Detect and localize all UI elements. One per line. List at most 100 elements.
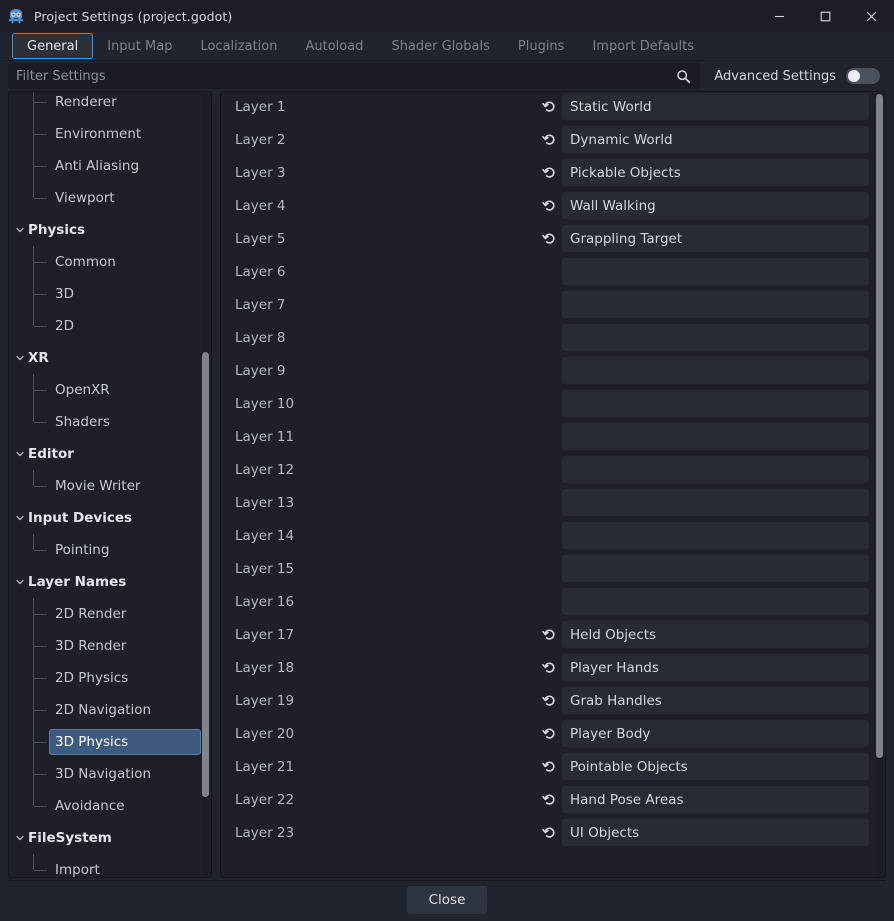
- sidebar-item-label: OpenXR: [55, 382, 110, 398]
- tree-guide-horizontal: [34, 262, 47, 263]
- tab-general[interactable]: General: [12, 33, 94, 59]
- tab-localization[interactable]: Localization: [186, 32, 291, 61]
- layer-name-input[interactable]: Grab Handles: [562, 687, 869, 714]
- main-scrollbar[interactable]: [876, 94, 883, 875]
- sidebar-item-2d-navigation[interactable]: 2D Navigation: [9, 694, 211, 726]
- sidebar-item-3d-navigation[interactable]: 3D Navigation: [9, 758, 211, 790]
- layer-name-input[interactable]: Player Body: [562, 720, 869, 747]
- layer-name-input[interactable]: [562, 588, 869, 615]
- main-scrollbar-thumb[interactable]: [876, 94, 883, 758]
- sidebar-item-xr[interactable]: XR: [9, 342, 211, 374]
- sidebar-item-input-devices[interactable]: Input Devices: [9, 502, 211, 534]
- layer-name-input[interactable]: Pickable Objects: [562, 159, 869, 186]
- sidebar-item-environment[interactable]: Environment: [9, 118, 211, 150]
- sidebar-item-physics[interactable]: Physics: [9, 214, 211, 246]
- layer-name-input[interactable]: Dynamic World: [562, 126, 869, 153]
- title-bar: Project Settings (project.godot): [0, 0, 894, 32]
- layer-name-input[interactable]: [562, 258, 869, 285]
- revert-arrow-icon[interactable]: [536, 99, 562, 114]
- tab-shader-globals[interactable]: Shader Globals: [377, 32, 503, 61]
- chevron-down-icon[interactable]: [15, 449, 25, 459]
- dialog-footer: Close: [0, 878, 894, 921]
- sidebar-item-shaders[interactable]: Shaders: [9, 406, 211, 438]
- layer-name-input[interactable]: [562, 555, 869, 582]
- chevron-down-icon[interactable]: [15, 833, 25, 843]
- sidebar-item-label: XR: [28, 350, 49, 366]
- layer-name-label: Layer 13: [235, 494, 295, 511]
- sidebar-item-label: Environment: [55, 126, 142, 142]
- chevron-down-icon[interactable]: [15, 577, 25, 587]
- tab-input-map[interactable]: Input Map: [93, 32, 186, 61]
- revert-arrow-icon[interactable]: [536, 693, 562, 708]
- close-dialog-button[interactable]: Close: [406, 885, 488, 914]
- chevron-down-icon[interactable]: [15, 513, 25, 523]
- sidebar-item-openxr[interactable]: OpenXR: [9, 374, 211, 406]
- advanced-settings-label: Advanced Settings: [714, 68, 836, 84]
- tab-plugins[interactable]: Plugins: [504, 32, 579, 61]
- tree-guide-vertical: [33, 854, 34, 870]
- sidebar-item-3d-render[interactable]: 3D Render: [9, 630, 211, 662]
- layer-name-input[interactable]: [562, 522, 869, 549]
- layer-name-input[interactable]: Grappling Target: [562, 225, 869, 252]
- revert-arrow-icon[interactable]: [536, 627, 562, 642]
- sidebar-item-movie-writer[interactable]: Movie Writer: [9, 470, 211, 502]
- revert-arrow-icon[interactable]: [536, 726, 562, 741]
- layer-name-input[interactable]: [562, 324, 869, 351]
- revert-arrow-icon[interactable]: [536, 792, 562, 807]
- tab-autoload[interactable]: Autoload: [291, 32, 377, 61]
- revert-arrow-icon[interactable]: [536, 759, 562, 774]
- tree-guide-vertical: [33, 534, 34, 550]
- layer-name-input[interactable]: Hand Pose Areas: [562, 786, 869, 813]
- sidebar-item-common[interactable]: Common: [9, 246, 211, 278]
- revert-arrow-icon[interactable]: [536, 165, 562, 180]
- layer-name-input[interactable]: [562, 357, 869, 384]
- layer-name-input[interactable]: UI Objects: [562, 819, 869, 846]
- sidebar-item-renderer[interactable]: Renderer: [9, 92, 211, 118]
- layer-name-input[interactable]: Player Hands: [562, 654, 869, 681]
- sidebar-item-layer-names[interactable]: Layer Names: [9, 566, 211, 598]
- layer-row: Layer 17 Held Objects: [221, 618, 885, 651]
- layer-name-input[interactable]: [562, 456, 869, 483]
- layer-name-input[interactable]: Pointable Objects: [562, 753, 869, 780]
- sidebar-item-viewport[interactable]: Viewport: [9, 182, 211, 214]
- sidebar-item-anti-aliasing[interactable]: Anti Aliasing: [9, 150, 211, 182]
- revert-arrow-icon[interactable]: [536, 825, 562, 840]
- tab-import-defaults[interactable]: Import Defaults: [578, 32, 708, 61]
- sidebar-item-label: Viewport: [55, 190, 115, 206]
- sidebar-item-2d-physics[interactable]: 2D Physics: [9, 662, 211, 694]
- sidebar-item-2d[interactable]: 2D: [9, 310, 211, 342]
- layer-name-input[interactable]: Held Objects: [562, 621, 869, 648]
- chevron-down-icon[interactable]: [15, 353, 25, 363]
- search-icon[interactable]: [676, 69, 692, 84]
- minimize-button[interactable]: [756, 0, 802, 32]
- revert-arrow-icon[interactable]: [536, 198, 562, 213]
- filter-settings-box[interactable]: [8, 63, 701, 89]
- chevron-down-icon[interactable]: [15, 225, 25, 235]
- layer-name-input[interactable]: [562, 489, 869, 516]
- revert-arrow-icon[interactable]: [536, 231, 562, 246]
- close-button[interactable]: [848, 0, 894, 32]
- layer-name-input[interactable]: [562, 291, 869, 318]
- sidebar-item-filesystem[interactable]: FileSystem: [9, 822, 211, 854]
- filter-settings-input[interactable]: [16, 68, 677, 84]
- advanced-settings-toggle[interactable]: [846, 68, 880, 84]
- revert-arrow-icon[interactable]: [536, 132, 562, 147]
- sidebar-item-label: Import: [55, 862, 100, 878]
- sidebar-item-label: Anti Aliasing: [55, 158, 140, 174]
- layer-name-input[interactable]: Static World: [562, 93, 869, 120]
- layer-name-input[interactable]: [562, 390, 869, 417]
- sidebar-item-3d-physics[interactable]: 3D Physics: [9, 726, 211, 758]
- sidebar-item-pointing[interactable]: Pointing: [9, 534, 211, 566]
- sidebar-item-import[interactable]: Import: [9, 854, 211, 878]
- layer-name-input[interactable]: Wall Walking: [562, 192, 869, 219]
- sidebar-scrollbar-thumb[interactable]: [202, 351, 209, 797]
- sidebar-scrollbar[interactable]: [202, 94, 209, 875]
- sidebar-item-editor[interactable]: Editor: [9, 438, 211, 470]
- layer-name-input[interactable]: [562, 423, 869, 450]
- sidebar-item-avoidance[interactable]: Avoidance: [9, 790, 211, 822]
- sidebar-item-label: Avoidance: [55, 798, 125, 814]
- maximize-button[interactable]: [802, 0, 848, 32]
- sidebar-item-3d[interactable]: 3D: [9, 278, 211, 310]
- sidebar-item-2d-render[interactable]: 2D Render: [9, 598, 211, 630]
- revert-arrow-icon[interactable]: [536, 660, 562, 675]
